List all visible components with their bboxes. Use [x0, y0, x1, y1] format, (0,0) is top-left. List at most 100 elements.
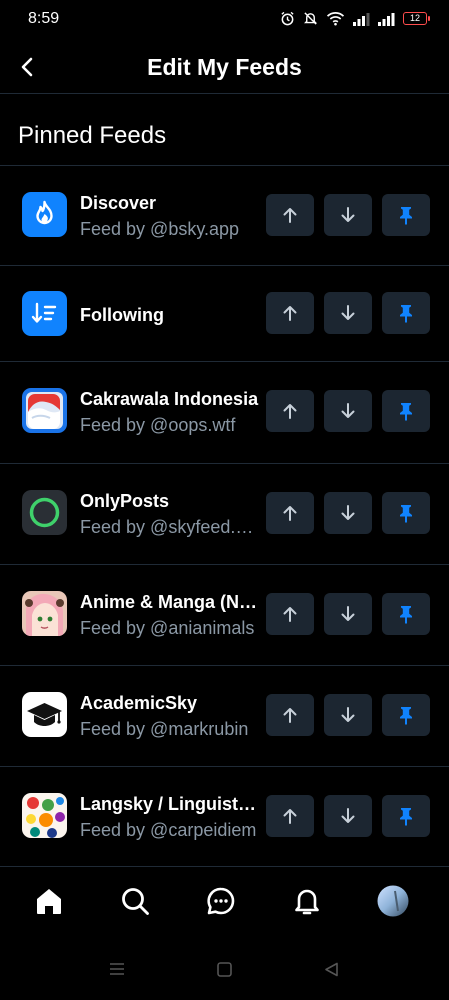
feed-row-langsky[interactable]: Langsky / Linguistics Feed by @carpeidie…	[0, 767, 449, 868]
discover-feed-icon	[22, 192, 67, 237]
tab-search[interactable]	[119, 885, 151, 917]
home-icon	[37, 889, 61, 914]
feed-text: AcademicSky Feed by @markrubin	[80, 692, 260, 741]
move-down-button[interactable]	[324, 194, 372, 236]
page-title: Edit My Feeds	[147, 54, 302, 80]
move-down-button[interactable]	[324, 292, 372, 334]
feed-text: Cakrawala Indonesia Feed by @oops.wtf	[80, 388, 260, 437]
feed-text: OnlyPosts Feed by @skyfeed.me	[80, 490, 260, 539]
feed-name: Langsky / Linguistics	[80, 794, 260, 814]
move-down-button[interactable]	[324, 795, 372, 837]
feed-creator: Feed by @anianimals	[80, 618, 255, 638]
arrow-down-icon	[341, 707, 355, 722]
unpin-button[interactable]	[382, 694, 430, 736]
onlyposts-feed-icon	[22, 490, 67, 535]
arrow-down-icon	[341, 207, 355, 222]
feed-row-onlyposts[interactable]: OnlyPosts Feed by @skyfeed.me	[0, 464, 449, 565]
unpin-button[interactable]	[382, 390, 430, 432]
tab-home[interactable]	[33, 885, 65, 917]
feed-name: Discover	[80, 193, 157, 213]
menu-icon[interactable]	[109, 962, 125, 976]
move-up-button[interactable]	[266, 593, 314, 635]
bottom-tab-bar	[0, 866, 449, 937]
move-down-button[interactable]	[324, 694, 372, 736]
tab-notifications[interactable]	[291, 885, 323, 917]
feed-creator: Feed by @skyfeed.me	[80, 517, 260, 537]
feed-row-cakrawala[interactable]: Cakrawala Indonesia Feed by @oops.wtf	[0, 362, 449, 464]
academicsky-feed-icon	[22, 692, 67, 737]
wifi-icon	[326, 12, 345, 26]
langsky-feed-icon	[22, 793, 67, 838]
feed-name: AcademicSky	[80, 693, 198, 713]
system-navigation-bar	[0, 940, 449, 1000]
move-up-button[interactable]	[266, 292, 314, 334]
tab-chat[interactable]	[205, 885, 237, 917]
move-up-button[interactable]	[266, 390, 314, 432]
feed-name: Cakrawala Indonesia	[80, 389, 259, 409]
battery-icon: 12	[403, 12, 430, 25]
pin-icon	[400, 305, 412, 323]
arrow-down-icon	[341, 305, 355, 320]
move-down-button[interactable]	[324, 492, 372, 534]
arrow-up-icon	[283, 708, 297, 723]
move-up-button[interactable]	[266, 694, 314, 736]
feed-name: Following	[80, 305, 164, 325]
feed-creator: Feed by @markrubin	[80, 719, 249, 739]
feed-creator: Feed by @bsky.app	[80, 219, 240, 239]
pin-icon	[400, 403, 412, 421]
anime-manga-feed-icon	[22, 591, 67, 636]
feed-row-following[interactable]: Following	[0, 266, 449, 362]
pin-icon	[400, 505, 412, 523]
move-down-button[interactable]	[324, 390, 372, 432]
arrow-up-icon	[283, 306, 297, 321]
arrow-up-icon	[283, 506, 297, 521]
status-bar: 8:59 12	[0, 0, 449, 40]
arrow-down-icon	[341, 606, 355, 621]
bell-icon	[295, 889, 319, 915]
header: Edit My Feeds	[0, 40, 449, 94]
unpin-button[interactable]	[382, 593, 430, 635]
feed-name: Anime & Manga (NSFW)	[80, 592, 260, 612]
feed-creator: Feed by @oops.wtf	[80, 415, 236, 435]
home-square-icon[interactable]	[217, 962, 232, 977]
pin-icon	[400, 606, 412, 624]
alarm-icon	[281, 11, 294, 26]
arrow-up-icon	[283, 809, 297, 824]
move-up-button[interactable]	[266, 194, 314, 236]
avatar	[377, 885, 409, 917]
pin-icon	[400, 207, 412, 225]
feed-name: OnlyPosts	[80, 491, 170, 511]
arrow-down-icon	[341, 808, 355, 823]
arrow-up-icon	[283, 607, 297, 622]
feed-row-academicsky[interactable]: AcademicSky Feed by @markrubin	[0, 666, 449, 767]
arrow-up-icon	[283, 404, 297, 419]
unpin-button[interactable]	[382, 492, 430, 534]
unpin-button[interactable]	[382, 292, 430, 334]
feed-text: Discover Feed by @bsky.app	[80, 192, 260, 241]
chat-icon	[207, 887, 235, 915]
search-icon	[122, 888, 149, 915]
pin-icon	[400, 707, 412, 725]
signal-icon-2	[378, 12, 395, 26]
pin-icon	[400, 808, 412, 826]
move-up-button[interactable]	[266, 795, 314, 837]
status-icons: 12	[280, 11, 430, 26]
arrow-up-icon	[283, 208, 297, 223]
feed-text: Anime & Manga (NSFW) Feed by @anianimals	[80, 591, 260, 640]
feed-text: Following	[80, 304, 260, 326]
arrow-down-icon	[341, 403, 355, 418]
tab-profile[interactable]	[377, 885, 409, 917]
feed-row-discover[interactable]: Discover Feed by @bsky.app	[0, 166, 449, 266]
unpin-button[interactable]	[382, 194, 430, 236]
pinned-section-header: Pinned Feeds	[0, 94, 449, 166]
section-title: Pinned Feeds	[18, 122, 167, 149]
move-up-button[interactable]	[266, 492, 314, 534]
cakrawala-feed-icon	[22, 388, 67, 433]
feed-text: Langsky / Linguistics Feed by @carpeidie…	[80, 793, 260, 842]
signal-icon	[353, 12, 370, 26]
move-down-button[interactable]	[324, 593, 372, 635]
back-triangle-icon[interactable]	[324, 962, 339, 977]
following-feed-icon	[22, 291, 67, 336]
unpin-button[interactable]	[382, 795, 430, 837]
feed-row-anime-manga[interactable]: Anime & Manga (NSFW) Feed by @anianimals	[0, 565, 449, 666]
